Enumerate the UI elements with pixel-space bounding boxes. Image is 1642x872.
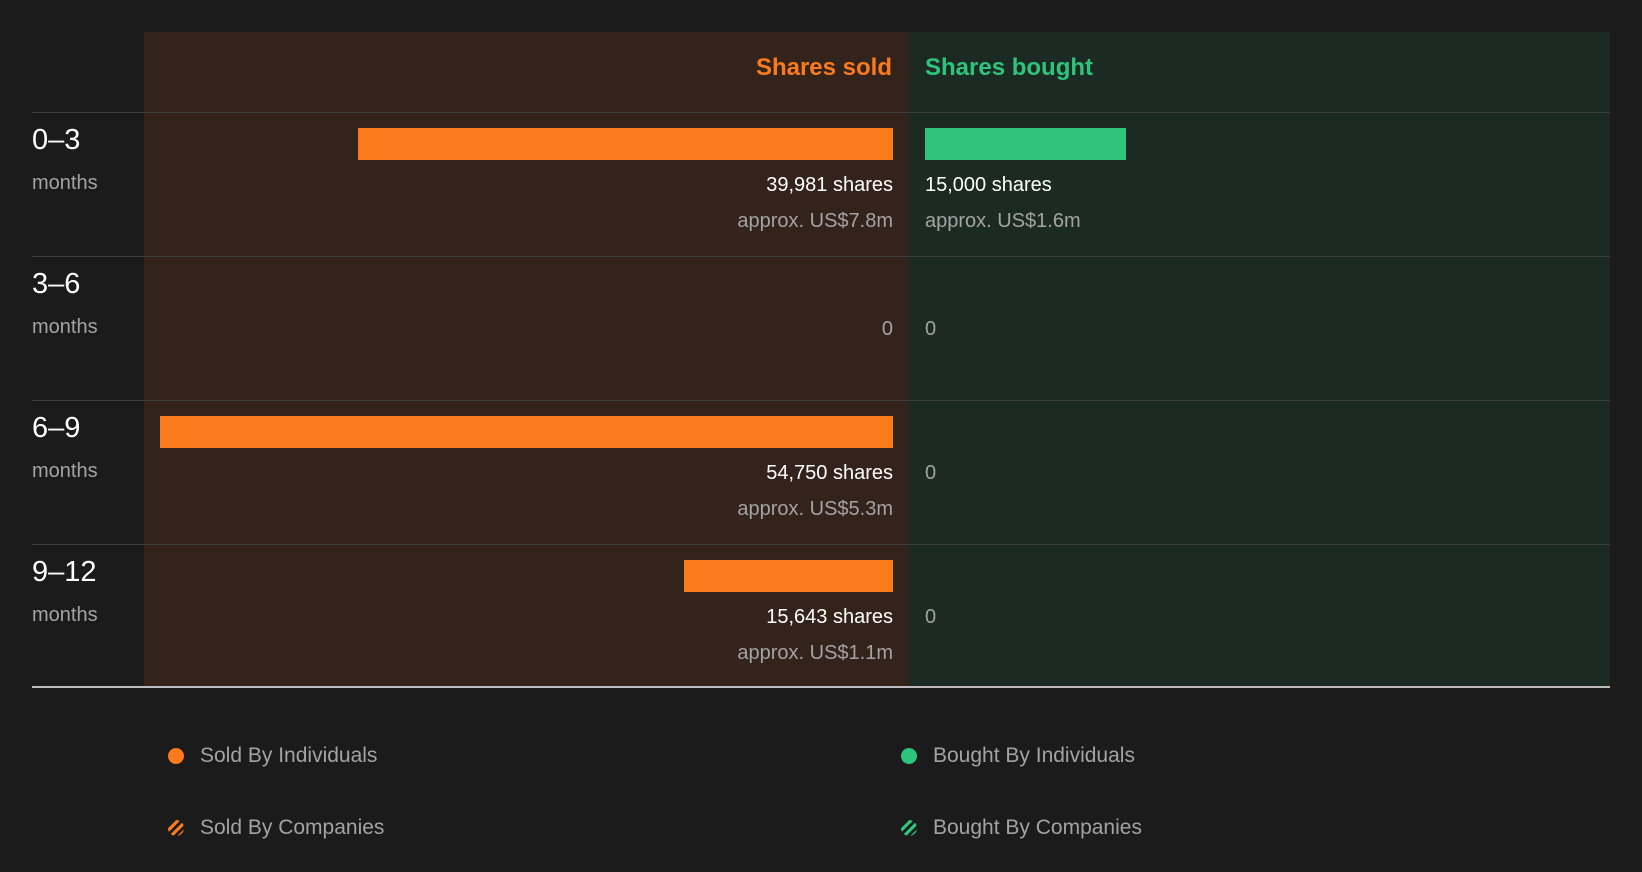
orange-hatched-dot-icon (168, 820, 184, 836)
insider-trading-chart: Shares sold Shares bought Sold By Indivi… (0, 0, 1642, 872)
bought-bar[interactable] (925, 128, 1126, 160)
row-range-label: 6–9 (32, 412, 81, 444)
baseline (32, 686, 1610, 688)
sold-shares-label: 54,750 shares (766, 462, 893, 484)
sold-bar[interactable] (358, 128, 893, 160)
row-unit-label: months (32, 316, 98, 338)
legend-sold-individuals: Sold By Individuals (168, 744, 377, 768)
row-divider (32, 112, 1610, 113)
green-hatched-dot-icon (901, 820, 917, 836)
sold-bar[interactable] (684, 560, 893, 592)
bought-value-label: approx. US$1.6m (925, 210, 1081, 232)
green-dot-icon (901, 748, 917, 764)
sold-value-label: approx. US$7.8m (737, 210, 893, 232)
orange-dot-icon (168, 748, 184, 764)
sold-value-label: approx. US$1.1m (737, 642, 893, 664)
row-divider (32, 256, 1610, 257)
sold-shares-label: 15,643 shares (766, 606, 893, 628)
row-range-label: 9–12 (32, 556, 97, 588)
legend-label: Sold By Companies (200, 816, 385, 839)
legend-sold-companies: Sold By Companies (168, 816, 384, 840)
bought-zero-label: 0 (925, 462, 937, 484)
row-unit-label: months (32, 460, 98, 482)
header-shares-sold: Shares sold (755, 54, 892, 81)
row-unit-label: months (32, 604, 98, 626)
legend-label: Bought By Individuals (933, 744, 1135, 767)
row-range-label: 3–6 (32, 268, 81, 300)
legend-bought-individuals: Bought By Individuals (901, 744, 1135, 768)
row-divider (32, 400, 1610, 401)
sold-bar[interactable] (160, 416, 893, 448)
legend-bought-companies: Bought By Companies (901, 816, 1142, 840)
legend-label: Bought By Companies (933, 816, 1142, 839)
row-unit-label: months (32, 172, 98, 194)
bought-zero-label: 0 (925, 318, 937, 340)
bought-shares-label: 15,000 shares (925, 174, 1052, 196)
sold-shares-label: 39,981 shares (766, 174, 893, 196)
sold-zero-label: 0 (881, 318, 893, 340)
row-divider (32, 544, 1610, 545)
header-shares-bought: Shares bought (925, 54, 1094, 81)
sold-value-label: approx. US$5.3m (737, 498, 893, 520)
bought-zero-label: 0 (925, 606, 937, 628)
row-range-label: 0–3 (32, 124, 81, 156)
legend-label: Sold By Individuals (200, 744, 378, 767)
